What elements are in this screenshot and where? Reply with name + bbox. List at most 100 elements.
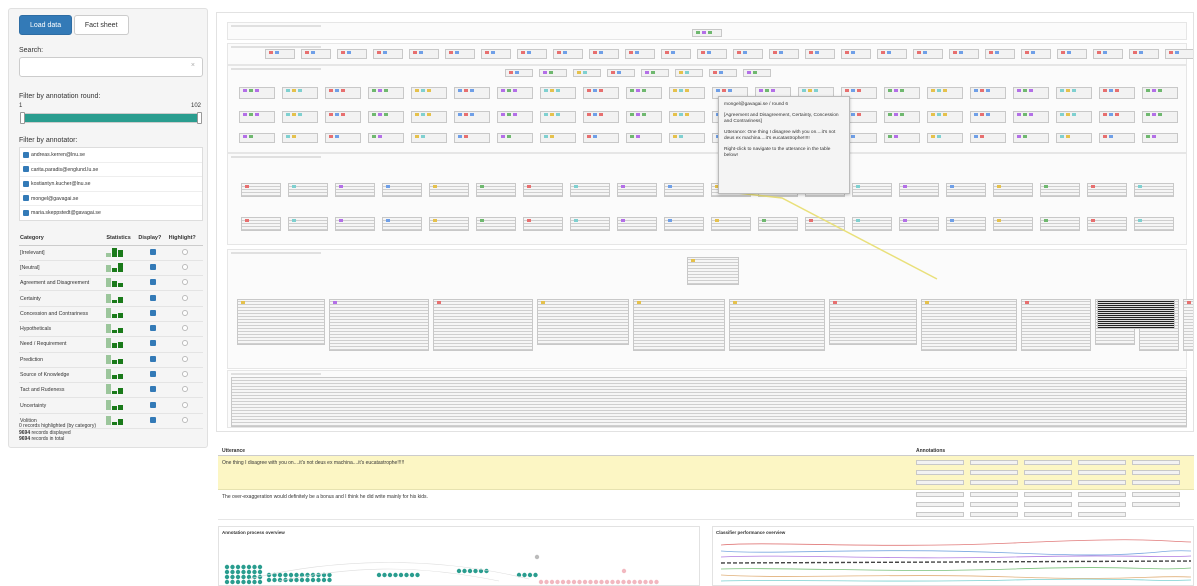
annotation-cluster[interactable] [583,87,619,99]
annotation-cluster[interactable] [617,217,657,231]
annotation-cluster[interactable] [433,299,533,351]
annotation-cluster[interactable] [946,183,986,197]
annotation-cluster[interactable] [288,217,328,231]
checkbox-checked-icon[interactable] [23,180,29,187]
utterance-row-highlighted[interactable]: One thing I disagree with you on....it's… [218,456,1194,490]
annotation-cluster[interactable] [325,133,361,143]
display-checkbox[interactable] [149,401,156,408]
annotation-cluster[interactable] [733,49,763,59]
annotator-item[interactable]: andreas.kerren@lnu.se [20,148,202,163]
annotation-cluster[interactable] [1129,49,1159,59]
annotation-cluster[interactable] [382,217,422,231]
annotation-cluster[interactable] [1021,299,1091,351]
annotation-cluster[interactable] [573,69,601,77]
annotation-cluster[interactable] [1099,133,1135,143]
annotation-cluster[interactable] [1057,49,1087,59]
annotation-cluster[interactable] [329,299,429,351]
annotation-cluster[interactable] [411,87,447,99]
annotation-cluster[interactable] [282,87,318,99]
highlight-radio[interactable] [182,263,189,270]
annotation-cluster[interactable] [743,69,771,77]
annotation-cluster[interactable] [1142,87,1178,99]
annotation-cluster[interactable] [411,111,447,123]
annotation-cluster[interactable] [539,69,567,77]
annotation-cluster[interactable] [335,217,375,231]
annotation-cluster[interactable] [1134,217,1174,231]
annotation-cluster[interactable] [617,183,657,197]
annotation-cluster[interactable] [641,69,669,77]
annotation-cluster[interactable] [993,183,1033,197]
annotation-cluster[interactable] [368,133,404,143]
checkbox-checked-icon[interactable] [23,195,29,202]
annotation-cluster[interactable] [1056,133,1092,143]
annotation-cluster[interactable] [382,183,422,197]
display-checkbox[interactable] [149,309,156,316]
round-range-slider[interactable] [20,112,202,124]
annotation-cluster[interactable] [1013,111,1049,123]
highlight-radio[interactable] [182,309,189,316]
annotation-cluster[interactable] [239,133,275,143]
annotation-cluster[interactable] [993,217,1033,231]
annotation-cluster[interactable] [626,133,662,143]
annotation-cluster[interactable] [497,111,533,123]
annotation-cluster[interactable] [583,111,619,123]
annotation-cluster[interactable] [570,217,610,231]
annotation-cluster[interactable] [335,183,375,197]
annotation-cluster[interactable] [325,111,361,123]
load-data-button[interactable]: Load data [19,15,73,35]
annotation-cluster[interactable] [523,217,563,231]
annotation-cluster[interactable] [239,87,275,99]
annotation-cluster[interactable] [429,183,469,197]
annotation-cluster[interactable] [949,49,979,59]
round-max-handle[interactable] [197,112,202,124]
display-checkbox[interactable] [149,340,156,347]
annotation-cluster[interactable] [1013,87,1049,99]
utterance-row[interactable]: The over-exaggeration would definitely b… [218,490,1194,520]
annotation-cluster[interactable] [231,377,1187,427]
annotation-cluster[interactable] [1183,299,1193,351]
fact-sheet-button[interactable]: Fact sheet [73,15,129,35]
annotation-cluster[interactable] [368,111,404,123]
highlight-radio[interactable] [182,355,189,362]
annotation-cluster[interactable] [337,49,367,59]
annotation-cluster[interactable] [373,49,403,59]
display-checkbox[interactable] [149,248,156,255]
annotation-cluster[interactable] [913,49,943,59]
annotation-cluster[interactable] [709,69,737,77]
annotation-cluster[interactable] [476,183,516,197]
display-checkbox[interactable] [149,294,156,301]
annotation-cluster[interactable] [946,217,986,231]
display-checkbox[interactable] [149,416,156,423]
annotation-cluster[interactable] [970,133,1006,143]
highlight-radio[interactable] [182,294,189,301]
display-checkbox[interactable] [149,325,156,332]
annotation-cluster[interactable] [523,183,563,197]
annotation-cluster[interactable] [664,217,704,231]
annotation-cluster[interactable] [497,133,533,143]
annotation-cluster[interactable] [505,69,533,77]
checkbox-checked-icon[interactable] [23,166,29,173]
annotation-cluster[interactable] [540,87,576,99]
annotation-cluster[interactable] [927,111,963,123]
annotation-cluster[interactable] [1134,183,1174,197]
annotation-cluster[interactable] [1056,87,1092,99]
highlight-radio[interactable] [182,279,189,286]
annotation-cluster[interactable] [687,257,739,285]
annotation-cluster[interactable] [985,49,1015,59]
annotation-cluster[interactable] [1142,111,1178,123]
annotation-cluster[interactable] [325,87,361,99]
annotation-cluster[interactable] [970,111,1006,123]
display-checkbox[interactable] [149,386,156,393]
highlight-radio[interactable] [182,401,189,408]
highlight-radio[interactable] [182,416,189,423]
annotation-cluster[interactable] [241,183,281,197]
annotation-cluster[interactable] [589,49,619,59]
annotation-cluster[interactable] [583,133,619,143]
annotation-cluster[interactable] [970,87,1006,99]
annotation-cluster[interactable] [454,87,490,99]
annotation-cluster[interactable] [1093,49,1123,59]
annotation-cluster[interactable] [1021,49,1051,59]
annotation-cluster[interactable] [1013,133,1049,143]
annotation-cluster[interactable] [517,49,547,59]
display-checkbox[interactable] [149,355,156,362]
